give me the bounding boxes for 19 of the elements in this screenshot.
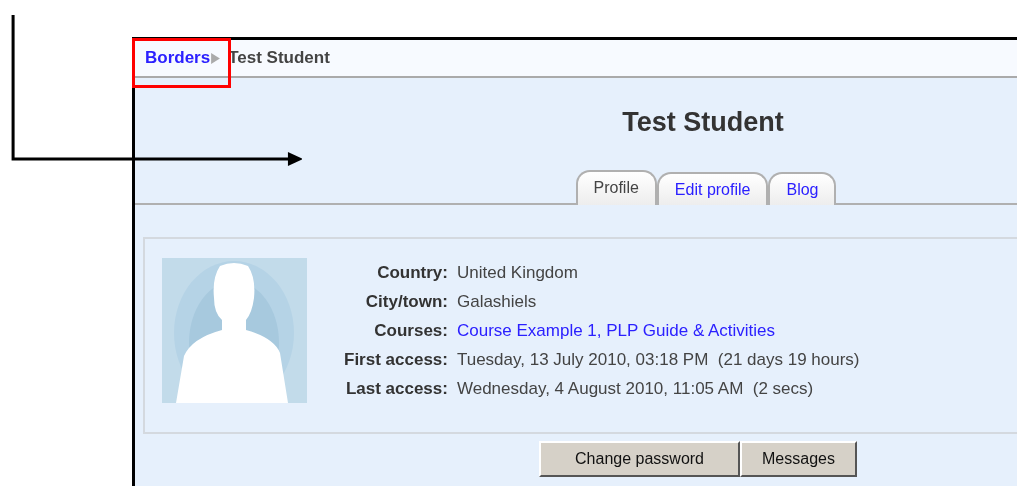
action-button[interactable]: Change password <box>539 441 740 477</box>
field-label: Last access: <box>345 379 448 399</box>
field-label: Courses: <box>374 321 448 341</box>
field-label: First access: <box>344 350 448 370</box>
breadcrumb-link[interactable]: Borders <box>145 48 211 68</box>
field-value: Galashiels <box>456 292 537 312</box>
field-value: Wednesday, 4 August 2010, 11:05 AM (2 secs) <box>456 379 814 399</box>
page-heading: Test Student <box>622 107 784 138</box>
breadcrumb-current: Test Student <box>228 48 330 68</box>
field-label: City/town: <box>365 292 448 312</box>
tab[interactable]: Profile <box>575 170 657 205</box>
field-label: Country: <box>377 263 448 283</box>
field-value: Tuesday, 13 July 2010, 03:18 PM (21 days 19 hours) <box>456 350 860 370</box>
tab[interactable]: Edit profile <box>656 172 769 205</box>
field-value: United Kingdom <box>456 263 578 283</box>
tab[interactable]: Blog <box>768 172 837 205</box>
separator-icon <box>211 52 221 64</box>
action-button[interactable]: Messages <box>740 441 857 477</box>
course-link[interactable]: Course Example 1, PLP Guide & Activities <box>456 321 776 341</box>
